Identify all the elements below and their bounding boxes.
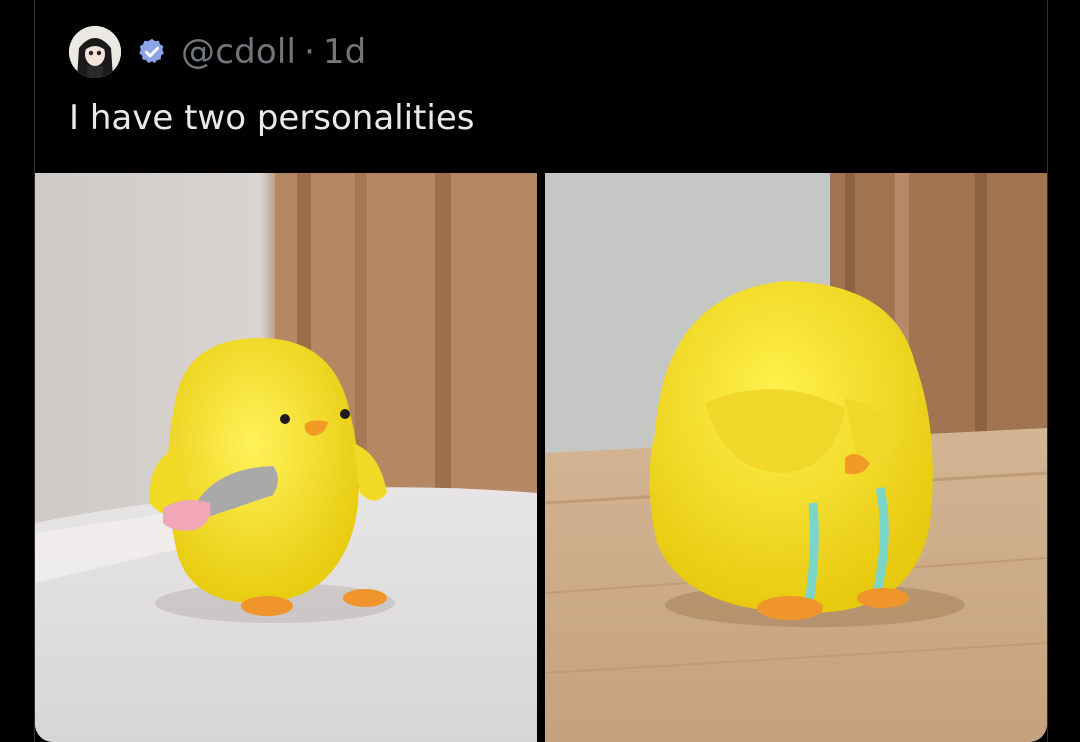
avatar[interactable]: [69, 26, 121, 78]
photo-felt-chick-hiding-face[interactable]: [545, 173, 1047, 742]
tweet-card[interactable]: @cdoll · 1d I have two personalities: [34, 0, 1048, 742]
verified-badge-icon: [139, 38, 164, 64]
media-grid: [35, 173, 1047, 742]
photo-felt-chick-with-knife[interactable]: [35, 173, 537, 742]
tweet-text: I have two personalities: [69, 98, 475, 138]
tweet-header: @cdoll · 1d: [69, 22, 366, 82]
separator-dot: ·: [304, 32, 315, 72]
user-handle[interactable]: @cdoll: [181, 32, 296, 72]
timestamp[interactable]: 1d: [323, 32, 366, 72]
